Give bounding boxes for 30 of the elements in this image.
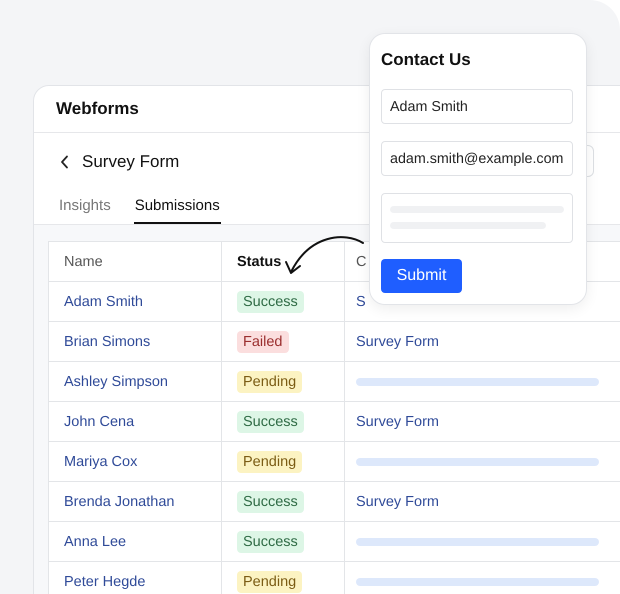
status-badge: Pending bbox=[237, 450, 302, 472]
popup-title: Contact Us bbox=[381, 50, 472, 71]
input-field[interactable]: Adam Smith bbox=[381, 89, 573, 124]
submit-button[interactable]: Submit bbox=[381, 259, 462, 293]
name-link[interactable]: Mariya Cox bbox=[64, 454, 138, 470]
status-badge: Success bbox=[237, 410, 304, 432]
status-badge: Pending bbox=[237, 570, 302, 592]
form-link[interactable]: Survey Form bbox=[356, 414, 439, 430]
form-link[interactable]: Survey Form bbox=[356, 334, 439, 350]
name-link[interactable]: Peter Hegde bbox=[64, 574, 146, 590]
status-badge: Failed bbox=[237, 330, 288, 352]
status-badge: Success bbox=[237, 530, 304, 552]
name-link[interactable]: Brian Simons bbox=[64, 334, 150, 350]
form-title: Survey Form bbox=[82, 152, 180, 172]
name-link[interactable]: Adam Smith bbox=[64, 294, 143, 310]
column-header[interactable]: Status bbox=[222, 242, 345, 282]
form-link[interactable]: S bbox=[356, 294, 366, 310]
status-badge: Pending bbox=[237, 370, 302, 392]
app-title: Webforms bbox=[56, 99, 139, 119]
column-header[interactable]: Name bbox=[49, 242, 222, 282]
form-link[interactable]: Survey Form bbox=[356, 494, 439, 510]
status-badge: Success bbox=[237, 490, 304, 512]
tab[interactable]: Insights bbox=[58, 193, 112, 224]
input-field[interactable]: adam.smith@example.com bbox=[381, 141, 573, 176]
name-link[interactable]: Anna Lee bbox=[64, 534, 126, 550]
name-link[interactable]: Ashley Simpson bbox=[64, 374, 168, 390]
status-badge: Success bbox=[237, 290, 304, 312]
name-link[interactable]: John Cena bbox=[64, 414, 134, 430]
message-field[interactable] bbox=[381, 193, 573, 243]
name-link[interactable]: Brenda Jonathan bbox=[64, 494, 174, 510]
